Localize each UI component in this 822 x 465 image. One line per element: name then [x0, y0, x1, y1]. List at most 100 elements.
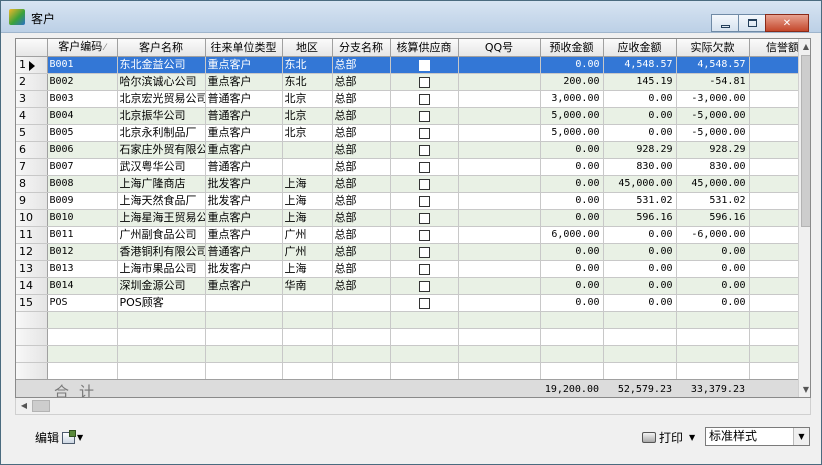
cell-region: 东北: [282, 56, 333, 74]
table-row[interactable]: 1 B001 东北金益公司 重点客户 东北 总部 0.00 4,548.57 4,548.57: [16, 56, 798, 74]
supplier-checkbox[interactable]: [418, 246, 430, 258]
column-header-label: QQ号: [484, 40, 514, 54]
supplier-checkbox[interactable]: [418, 76, 430, 88]
supplier-checkbox[interactable]: [418, 93, 430, 105]
row-number[interactable]: 12: [16, 243, 48, 261]
table-row[interactable]: 13 B013 上海市果品公司 批发客户 上海 总部 0.00 0.00 0.00: [16, 260, 798, 278]
cell-supplier: [390, 260, 459, 278]
table-row[interactable]: 7 B007 武汉粤华公司 普通客户 总部 0.00 830.00 830.00: [16, 158, 798, 176]
horizontal-scrollbar[interactable]: ◀: [15, 398, 811, 415]
vertical-scroll-thumb[interactable]: [801, 55, 810, 227]
cell-name: 上海星海王贸易公司: [117, 209, 206, 227]
supplier-checkbox[interactable]: [418, 297, 430, 309]
row-number[interactable]: 6: [16, 141, 48, 159]
row-number[interactable]: 5: [16, 124, 48, 142]
scroll-left-icon[interactable]: ◀: [19, 400, 29, 412]
cell-credit: [749, 209, 798, 227]
row-number[interactable]: 15: [16, 294, 48, 312]
empty-cell: [749, 345, 798, 363]
table-row[interactable]: 8 B008 上海广隆商店 批发客户 上海 总部 0.00 45,000.00 45,000.0…: [16, 175, 798, 193]
column-header-region[interactable]: 地区: [282, 39, 333, 57]
empty-cell: [390, 362, 459, 380]
scroll-up-icon[interactable]: ▲: [801, 41, 810, 53]
minimize-button[interactable]: [711, 14, 739, 32]
cell-branch: 总部: [332, 243, 391, 261]
table-row[interactable]: 14 B014 深圳金源公司 重点客户 华南 总部 0.00 0.00 0.00: [16, 277, 798, 295]
table-row[interactable]: 5 B005 北京永利制品厂 重点客户 北京 总部 5,000.00 0.00 -5,000.0…: [16, 124, 798, 142]
edit-button[interactable]: 编辑 ▼: [35, 429, 83, 446]
cell-qq: [458, 277, 541, 295]
empty-row: [16, 311, 798, 329]
table-row[interactable]: 10B010上海星海王贸易公司重点客户上海总部0.00596.16596.16: [16, 209, 798, 227]
column-header-credit[interactable]: 信誉额度: [749, 39, 798, 57]
cell-owed: 0.00: [676, 277, 750, 295]
empty-cell: [282, 345, 333, 363]
vertical-scrollbar[interactable]: ▲ ▼: [798, 39, 810, 397]
column-header-receivable[interactable]: 应收金额: [603, 39, 677, 57]
supplier-checkbox[interactable]: [418, 212, 430, 224]
column-header-label: 核算供应商: [396, 40, 452, 54]
column-header-owed[interactable]: 实际欠款: [676, 39, 750, 57]
scroll-down-icon[interactable]: ▼: [801, 384, 810, 396]
column-header-code[interactable]: 客户编码 ⁄: [47, 39, 118, 57]
row-number[interactable]: 3: [16, 90, 48, 108]
table-row[interactable]: 3 B003 北京宏光贸易公司 普通客户 北京 总部 3,000.00 0.00 -3,000.…: [16, 90, 798, 108]
supplier-checkbox[interactable]: [418, 229, 430, 241]
empty-cell: [117, 362, 206, 380]
cell-type: 批发客户: [205, 175, 283, 193]
row-number[interactable]: 10: [16, 209, 48, 227]
table-row[interactable]: 11 B011 广州副食品公司 重点客户 广州 总部 6,000.00 0.00 -6,000.…: [16, 226, 798, 244]
column-header-prepaid[interactable]: 预收金额: [540, 39, 604, 57]
empty-cell: [458, 362, 541, 380]
cell-code: B010: [47, 209, 118, 227]
table-row[interactable]: 6B006石家庄外贸有限公司重点客户总部0.00928.29928.29: [16, 141, 798, 159]
table-row[interactable]: 2 B002 哈尔滨诚心公司 重点客户 东北 总部 200.00 145.19 -54.81: [16, 73, 798, 91]
supplier-checkbox[interactable]: [418, 59, 430, 71]
column-header-supplier[interactable]: 核算供应商: [390, 39, 459, 57]
customer-grid[interactable]: 客户编码 ⁄ 客户名称 往来单位类型 地区 分支名称 核算供应商 QQ号 预收金额 应收金额 实际欠…: [15, 38, 811, 398]
close-button[interactable]: ✕: [765, 14, 809, 32]
supplier-checkbox[interactable]: [418, 263, 430, 275]
supplier-checkbox[interactable]: [418, 161, 430, 173]
empty-cell: [458, 345, 541, 363]
row-number[interactable]: 9: [16, 192, 48, 210]
supplier-checkbox[interactable]: [418, 144, 430, 156]
cell-type: 普通客户: [205, 158, 283, 176]
row-number[interactable]: 14: [16, 277, 48, 295]
empty-cell: [603, 311, 677, 329]
print-style-select[interactable]: 标准样式 ▼: [705, 427, 810, 446]
cell-branch: 总部: [332, 175, 391, 193]
row-number[interactable]: 13: [16, 260, 48, 278]
supplier-checkbox[interactable]: [418, 110, 430, 122]
cell-region: 广州: [282, 226, 333, 244]
empty-cell: [332, 345, 391, 363]
column-header-qq[interactable]: QQ号: [458, 39, 541, 57]
table-row[interactable]: 12 B012 香港铜利有限公司 普通客户 广州 总部 0.00 0.00 0.00: [16, 243, 798, 261]
cell-credit: [749, 192, 798, 210]
column-header-name[interactable]: 客户名称: [117, 39, 206, 57]
cell-code: B003: [47, 90, 118, 108]
cell-name: 上海市果品公司: [117, 260, 206, 278]
table-row[interactable]: 4 B004 北京振华公司 普通客户 北京 总部 5,000.00 0.00 -5,000.00: [16, 107, 798, 125]
supplier-checkbox[interactable]: [418, 178, 430, 190]
supplier-checkbox[interactable]: [418, 195, 430, 207]
row-number[interactable]: 11: [16, 226, 48, 244]
horizontal-scroll-thumb[interactable]: [32, 400, 50, 412]
empty-cell: [117, 328, 206, 346]
row-number[interactable]: 1: [16, 56, 48, 74]
maximize-button[interactable]: [738, 14, 766, 32]
column-header-type[interactable]: 往来单位类型: [205, 39, 283, 57]
row-number[interactable]: 2: [16, 73, 48, 91]
supplier-checkbox[interactable]: [418, 127, 430, 139]
empty-cell: [749, 362, 798, 380]
table-row[interactable]: 15 POS POS顾客 0.00 0.00 0.00: [16, 294, 798, 312]
empty-cell: [540, 328, 604, 346]
print-button[interactable]: 打印 ▼: [642, 429, 695, 446]
row-number[interactable]: 8: [16, 175, 48, 193]
row-number[interactable]: 7: [16, 158, 48, 176]
column-header-branch[interactable]: 分支名称: [332, 39, 391, 57]
row-number[interactable]: 4: [16, 107, 48, 125]
maximize-icon: [747, 19, 757, 27]
table-row[interactable]: 9 B009 上海天然食品厂 批发客户 上海 总部 0.00 531.02 531.02: [16, 192, 798, 210]
supplier-checkbox[interactable]: [418, 280, 430, 292]
